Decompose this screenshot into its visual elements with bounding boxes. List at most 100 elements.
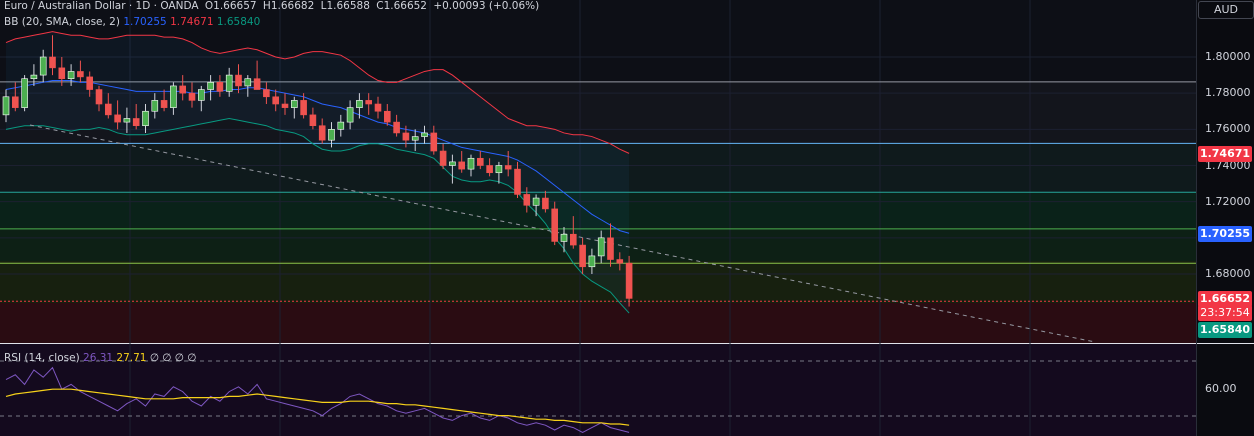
candle-body-11 — [105, 103, 112, 116]
candle-body-6 — [58, 67, 66, 79]
candle-body-27 — [253, 78, 261, 90]
candle-body-63 — [588, 255, 596, 268]
bb-upper-value: 1.74671 — [170, 16, 214, 28]
rsi-ma-value: 27.71 — [116, 352, 147, 364]
price-tick-label: 1.72000 — [1205, 194, 1251, 208]
candle-body-49 — [458, 161, 466, 170]
candle-body-30 — [281, 103, 289, 108]
candle-body-41 — [383, 110, 391, 123]
high-label: H — [262, 0, 271, 12]
candle-body-8 — [77, 71, 84, 78]
rsi-axis-label: 60.00 — [1205, 382, 1237, 395]
candle-body-42 — [393, 121, 400, 134]
candle-body-59 — [551, 208, 559, 242]
bb-basis-value: 1.70255 — [123, 16, 167, 28]
candle-body-51 — [476, 157, 484, 166]
trading-chart-window: Euro / Australian Dollar · 1D · OANDA O1… — [0, 0, 1254, 436]
price-tick-label: 1.80000 — [1205, 50, 1251, 63]
low-value: 1.66588 — [326, 0, 370, 12]
candle-body-37 — [346, 107, 354, 123]
bb-legend[interactable]: BB (20, SMA, close, 2) 1.70255 1.74671 1… — [4, 16, 260, 28]
candle-body-43 — [402, 132, 410, 141]
change-value: +0.00093 (+0.06%) — [433, 0, 540, 12]
candle-body-46 — [430, 132, 438, 152]
candle-body-9 — [86, 76, 93, 90]
candle-body-3 — [30, 74, 38, 80]
candle-body-44 — [411, 136, 419, 141]
candle-body-10 — [95, 89, 103, 105]
candle-body-45 — [421, 132, 428, 137]
candle-body-52 — [486, 165, 493, 174]
candle-body-15 — [142, 110, 149, 127]
candle-body-34 — [318, 125, 326, 141]
candle-body-5 — [49, 56, 56, 69]
price-tick-label: 1.68000 — [1205, 267, 1251, 280]
price-axis-bg — [1196, 0, 1254, 436]
candle-body-56 — [523, 194, 531, 206]
bb-lower-value: 1.65840 — [216, 16, 261, 28]
candle-body-53 — [495, 165, 503, 174]
candle-body-4 — [39, 56, 47, 76]
candle-body-60 — [560, 233, 568, 242]
bb-upper-price-tag: 1.74671 — [1198, 146, 1252, 162]
candle-body-24 — [225, 74, 233, 92]
candle-body-0 — [2, 96, 10, 116]
candle-body-40 — [374, 103, 382, 112]
candle-body-16 — [151, 100, 159, 112]
rsi-extra-values: ∅ ∅ ∅ ∅ — [149, 352, 197, 364]
candle-body-66 — [616, 259, 624, 264]
candle-body-12 — [114, 114, 121, 123]
open-value: 1.66657 — [213, 0, 257, 12]
candle-body-2 — [21, 78, 28, 108]
high-value: 1.66682 — [270, 0, 315, 12]
candle-body-23 — [216, 82, 224, 92]
symbol-name[interactable]: Euro / Australian Dollar · 1D · OANDA — [4, 0, 199, 12]
candle-body-55 — [514, 168, 521, 195]
candle-body-62 — [579, 244, 586, 268]
candle-body-58 — [542, 197, 549, 210]
candle-body-13 — [123, 118, 131, 123]
candle-body-39 — [365, 100, 373, 105]
candle-body-14 — [132, 118, 140, 127]
currency-button[interactable]: AUD — [1198, 1, 1254, 19]
candle-body-25 — [235, 74, 242, 87]
candle-body-57 — [532, 197, 540, 206]
price-tick-label: 1.76000 — [1205, 122, 1251, 136]
candle-body-61 — [569, 233, 577, 246]
close-label: C — [376, 0, 384, 12]
candle-body-20 — [188, 92, 196, 101]
candle-body-28 — [263, 89, 270, 98]
candle-body-64 — [597, 237, 605, 257]
candle-body-35 — [328, 129, 335, 141]
candle-body-22 — [207, 82, 214, 90]
candle-body-54 — [504, 165, 512, 170]
candle-body-1 — [12, 96, 19, 108]
candle-body-67 — [625, 262, 633, 299]
open-label: O — [204, 0, 214, 12]
price-tick-label: 1.78000 — [1205, 86, 1251, 100]
candle-body-32 — [300, 100, 307, 116]
bb-lower-price-tag: 1.65840 — [1198, 322, 1252, 338]
candle-body-33 — [309, 114, 317, 127]
candle-body-31 — [290, 100, 298, 108]
close-value: 1.66652 — [383, 0, 427, 12]
price-chart[interactable] — [0, 0, 1254, 436]
candle-body-7 — [67, 71, 75, 80]
candle-body-65 — [607, 237, 614, 260]
candle-body-18 — [170, 85, 177, 108]
candle-body-36 — [337, 121, 345, 130]
candle-body-26 — [244, 78, 252, 87]
candle-body-19 — [179, 85, 186, 94]
rsi-label: RSI (14, close) — [4, 352, 80, 364]
fib-zone-6 — [0, 303, 1196, 343]
candle-body-29 — [272, 96, 280, 105]
candle-body-38 — [356, 100, 363, 108]
candle-body-48 — [449, 161, 456, 166]
bb-label: BB (20, SMA, close, 2) — [4, 16, 120, 28]
candle-body-21 — [198, 89, 205, 101]
candle-body-50 — [467, 157, 475, 170]
rsi-legend[interactable]: RSI (14, close) 26.31 27.71 ∅ ∅ ∅ ∅ — [4, 352, 196, 364]
candle-body-17 — [160, 100, 168, 108]
symbol-header: Euro / Australian Dollar · 1D · OANDA O1… — [4, 0, 542, 12]
candle-body-47 — [439, 150, 447, 166]
